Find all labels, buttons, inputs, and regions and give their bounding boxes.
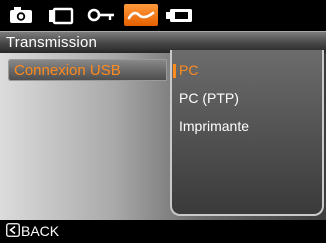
tab-battery[interactable] xyxy=(164,4,198,26)
battery-icon xyxy=(166,9,192,22)
tab-settings[interactable] xyxy=(124,4,158,26)
selection-cursor xyxy=(173,64,176,78)
bottom-bar: BACK xyxy=(0,220,326,243)
option-pc-ptp[interactable]: PC (PTP) xyxy=(179,90,239,106)
option-panel: PC PC (PTP) Imprimante xyxy=(170,50,324,216)
mode-tab-bar xyxy=(0,0,326,31)
back-label[interactable]: BACK xyxy=(21,223,59,239)
camera-icon xyxy=(10,7,32,23)
tab-camera[interactable] xyxy=(4,4,38,26)
back-arrow-icon[interactable] xyxy=(6,223,20,237)
option-printer[interactable]: Imprimante xyxy=(179,118,249,134)
menu-item-label: Connexion USB xyxy=(14,62,121,79)
settings-wave-icon xyxy=(127,11,155,20)
playback-icon xyxy=(49,7,74,25)
tab-playback[interactable] xyxy=(44,4,78,26)
option-pc[interactable]: PC xyxy=(179,62,198,78)
key-icon xyxy=(87,8,114,22)
camera-menu-screen: Transmission Connexion USB PC PC (PTP) I… xyxy=(0,0,326,243)
menu-item-usb-connection[interactable]: Connexion USB xyxy=(8,59,167,81)
tab-key[interactable] xyxy=(84,4,118,26)
section-title: Transmission xyxy=(6,34,98,51)
